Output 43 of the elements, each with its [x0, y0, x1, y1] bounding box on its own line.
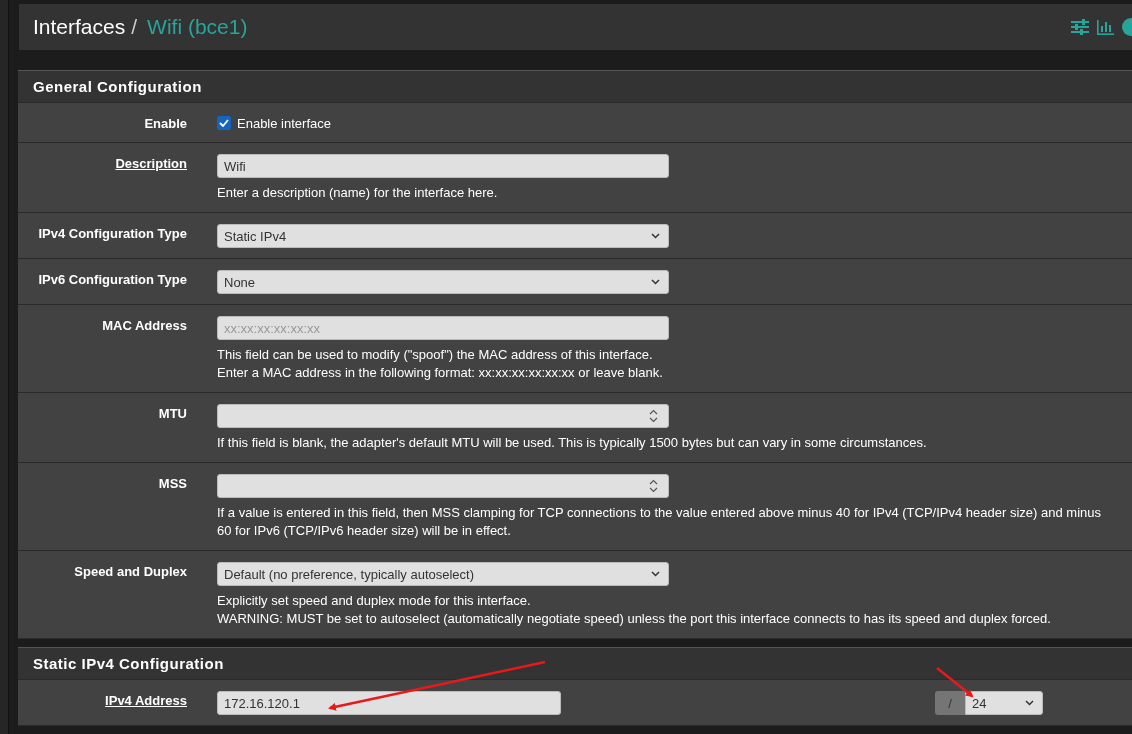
help-text: WARNING: MUST be set to autoselect (automatically negotiate speed) unless the port this interface connects to has its speed and duplex forced. [217, 610, 1052, 628]
caret-icon [651, 279, 660, 285]
field-label[interactable]: Description [115, 154, 187, 171]
field-label: MSS [158, 475, 187, 491]
caret-icon [651, 571, 660, 577]
subnet-separator: / [935, 691, 965, 715]
breadcrumb-current: Wifi (bce1) [147, 15, 248, 39]
number-field[interactable] [217, 404, 669, 428]
help-text: This field can be used to modify ("spoof") the MAC address of this interface. [217, 346, 654, 364]
field-label[interactable]: IPv4 Address [105, 691, 187, 708]
help-text: If this field is blank, the adapter's default MTU will be used. This is typically 1500 bytes but can vary in some circumstances. [217, 434, 928, 452]
field-label: MAC Address [102, 317, 187, 333]
spinner-icon[interactable] [649, 479, 658, 493]
field-label: Enable [144, 115, 187, 131]
dropdown[interactable]: Static IPv4 [217, 224, 669, 248]
text-field[interactable]: Wifi [217, 154, 669, 178]
checkbox-label: Enable interface [237, 115, 331, 131]
section-header: Static IPv4 Configuration [18, 647, 1132, 680]
help-text: Enter a description (name) for the interface here. [217, 184, 499, 202]
caret-icon [1025, 700, 1034, 706]
help-text: If a value is entered in this field, then MSS clamping for TCP connections to the value entered above minus 40 for IPv4 (TCP/IPv4 header size) and minus 60 for IPv6 (TCP/IPv6 header size) will be in effect. [217, 504, 1102, 540]
field-label: MTU [158, 405, 187, 421]
section-header: General Configuration [18, 70, 1132, 103]
subnet-dropdown[interactable]: 24 [965, 691, 1043, 715]
address-field[interactable]: 172.16.120.1 [217, 691, 561, 715]
help-text: Enter a MAC address in the following format: xx:xx:xx:xx:xx:xx or leave blank. [217, 364, 664, 382]
sliders-icon[interactable] [1071, 19, 1089, 35]
bar-chart-icon[interactable] [1097, 19, 1114, 35]
spinner-icon[interactable] [649, 409, 658, 423]
breadcrumb-parent[interactable]: Interfaces [33, 15, 126, 39]
help-text: Explicitly set speed and duplex mode for this interface. [217, 592, 532, 610]
help-icon[interactable] [1122, 18, 1132, 36]
annotation-arrow [936, 667, 974, 698]
text-field[interactable]: xx:xx:xx:xx:xx:xx [217, 316, 669, 340]
field-label: IPv4 Configuration Type [38, 225, 187, 241]
checkbox[interactable] [217, 116, 231, 130]
field-label: IPv6 Configuration Type [38, 271, 187, 287]
number-field[interactable] [217, 474, 669, 498]
dropdown[interactable]: Default (no preference, typically autoselect) [217, 562, 669, 586]
breadcrumb-separator: / [131, 15, 138, 39]
field-label: Speed and Duplex [74, 563, 187, 579]
dropdown[interactable]: None [217, 270, 669, 294]
caret-icon [651, 233, 660, 239]
